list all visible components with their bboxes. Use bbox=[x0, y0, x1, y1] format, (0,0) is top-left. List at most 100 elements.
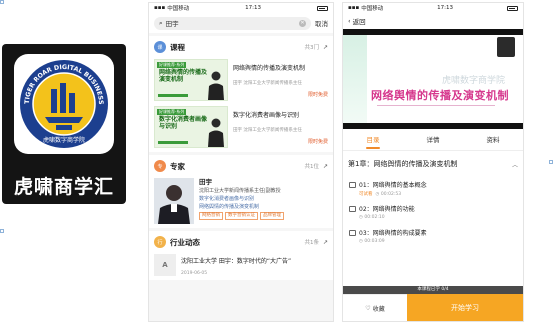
course-subtitle: 田宇 沈阳工业大学新闻传播系主任 bbox=[233, 81, 302, 86]
lesson-title: 02：网络舆情的功能 bbox=[359, 206, 415, 213]
app-logo: TIGER ROAR DIGITAL BUSINESS SCHOOL 虎啸数字商… bbox=[14, 54, 114, 154]
experts-title: 专家 bbox=[170, 161, 185, 171]
tab-catalog[interactable]: 目录 bbox=[343, 129, 403, 151]
status-bar: ▪▪▪ 中国移动 17:13 bbox=[343, 3, 523, 13]
presenter-icon bbox=[208, 71, 224, 100]
expert-course-link[interactable]: 网络舆情的传播及演变机制 bbox=[199, 203, 328, 211]
lesson-item[interactable]: 02：网络舆情的功能 ◷ 00:02:10 bbox=[343, 201, 523, 225]
expand-arrow-icon[interactable]: ↗ bbox=[323, 44, 328, 51]
course-title: 网络舆情的传播及演变机制 bbox=[233, 65, 306, 72]
battery-icon bbox=[317, 5, 328, 11]
back-button[interactable]: 返回 bbox=[353, 16, 366, 26]
expand-arrow-icon[interactable]: ↗ bbox=[323, 239, 328, 246]
clock: 17:13 bbox=[437, 5, 454, 11]
cancel-button[interactable]: 取消 bbox=[315, 18, 328, 28]
experts-icon: 专 bbox=[154, 160, 166, 172]
search-bar: ⌕ 田宇 ✕ 取消 bbox=[149, 13, 333, 33]
video-title: 网络舆情的传播及演变机制 bbox=[371, 89, 509, 102]
course-price: 限时免费 bbox=[307, 92, 328, 98]
svg-text:虎啸数字商学院: 虎啸数字商学院 bbox=[43, 136, 85, 144]
thumb-bar bbox=[158, 94, 188, 97]
experts-count[interactable]: 共1位 bbox=[304, 162, 319, 170]
screenshot-canvas: TIGER ROAR DIGITAL BUSINESS SCHOOL 虎啸数字商… bbox=[0, 0, 554, 324]
video-lesson-icon bbox=[349, 206, 356, 212]
lesson-item[interactable]: 01：网络舆情的基本概念 可试看 ◷ 00:02:53 bbox=[343, 177, 523, 201]
video-watermark: 虎啸数字商学院 bbox=[441, 76, 505, 86]
courses-title: 课程 bbox=[170, 42, 185, 52]
tab-materials[interactable]: 资料 bbox=[463, 129, 523, 151]
expert-avatar bbox=[154, 178, 194, 224]
clock-icon: ◷ bbox=[359, 215, 363, 220]
chapter-header[interactable]: 第1章：网络舆情的传播及演变机制 ︿ bbox=[343, 151, 523, 177]
expand-arrow-icon[interactable]: ↗ bbox=[323, 163, 328, 170]
frame-corner bbox=[0, 0, 4, 4]
search-input[interactable]: ⌕ 田宇 ✕ bbox=[154, 16, 311, 30]
news-count[interactable]: 共1条 bbox=[304, 238, 319, 246]
signal-icon: ▪▪▪ bbox=[154, 5, 166, 11]
chevron-up-icon[interactable]: ︿ bbox=[512, 160, 518, 169]
news-icon: 行 bbox=[154, 236, 166, 248]
thumb-tag: 好课推荐·系列 bbox=[157, 109, 187, 115]
lesson-title: 03：网络舆情的构成要素 bbox=[359, 230, 427, 237]
course-card[interactable]: 好课推荐·系列 网络舆情的传播及演变机制 网络舆情的传播及演变机制 田宇 沈阳工… bbox=[154, 59, 328, 101]
video-decoration bbox=[343, 35, 367, 123]
search-icon: ⌕ bbox=[159, 18, 163, 27]
clock-icon: ◷ bbox=[375, 192, 380, 197]
app-icon-tile[interactable]: TIGER ROAR DIGITAL BUSINESS SCHOOL 虎啸数字商… bbox=[2, 44, 126, 204]
news-item[interactable]: A 沈阳工业大学 田宇：数字时代的“大广告” 2019-06-05 bbox=[154, 254, 328, 276]
carrier-label: 中国移动 bbox=[361, 6, 384, 12]
clear-search-icon[interactable]: ✕ bbox=[299, 19, 306, 27]
school-seal-logo: TIGER ROAR DIGITAL BUSINESS SCHOOL 虎啸数字商… bbox=[19, 59, 108, 148]
favorite-button[interactable]: ♡ 收藏 bbox=[343, 294, 407, 321]
app-name-label: 虎啸商学汇 bbox=[13, 176, 114, 198]
expert-tag: 网络营销 bbox=[199, 212, 223, 220]
signal-icon: ▪▪▪ bbox=[348, 5, 360, 11]
news-date: 2019-06-05 bbox=[181, 271, 208, 276]
course-detail-screen: ▪▪▪ 中国移动 17:13 ‹ 返回 虎啸数字商学院 网络舆情的传播及演变机制 … bbox=[342, 2, 524, 322]
expert-course-link[interactable]: 数字化消费者画像与识别 bbox=[199, 195, 328, 203]
thumb-tag: 好课推荐·系列 bbox=[157, 62, 187, 68]
tab-bar: 目录 详情 资料 bbox=[343, 129, 523, 151]
frame-corner bbox=[549, 160, 553, 164]
video-player[interactable]: 虎啸数字商学院 网络舆情的传播及演变机制 bbox=[343, 29, 523, 129]
courses-section: 课 课程 共3门 ↗ 好课推荐·系列 网络舆情的传播及演变机制 网络舆情的传播及… bbox=[149, 36, 333, 152]
course-thumbnail: 好课推荐·系列 网络舆情的传播及演变机制 bbox=[154, 59, 228, 101]
expert-card[interactable]: 田宇 沈阳工业大学新闻传播系主任|副教授 数字化消费者画像与识别 网络舆情的传播… bbox=[154, 178, 328, 224]
tab-details[interactable]: 详情 bbox=[403, 129, 463, 151]
clock: 17:13 bbox=[245, 5, 262, 11]
lesson-duration: 00:02:53 bbox=[380, 192, 402, 197]
chapter-title: 第1章：网络舆情的传播及演变机制 bbox=[348, 160, 458, 168]
carrier-label: 中国移动 bbox=[167, 6, 190, 12]
lesson-item[interactable]: 03：网络舆情的构成要素 ◷ 00:03:09 bbox=[343, 225, 523, 249]
courses-icon: 课 bbox=[154, 41, 166, 53]
video-lesson-icon bbox=[349, 182, 356, 188]
expert-name: 田宇 bbox=[199, 178, 212, 186]
status-bar: ▪▪▪ 中国移动 17:13 bbox=[149, 3, 333, 13]
news-headline: 沈阳工业大学 田宇：数字时代的“大广告” bbox=[181, 258, 292, 265]
heart-icon: ♡ bbox=[365, 304, 371, 312]
nav-bar: ‹ 返回 bbox=[343, 13, 523, 29]
bottom-action-bar: ♡ 收藏 开始学习 bbox=[343, 294, 523, 321]
favorite-label: 收藏 bbox=[372, 305, 385, 313]
course-card[interactable]: 好课推荐·系列 数字化消费者画像与识别 数字化消费者画像与识别 田宇 沈阳工业大… bbox=[154, 106, 328, 148]
battery-icon bbox=[507, 5, 518, 11]
expert-description: 沈阳工业大学新闻传播系主任|副教授 bbox=[199, 188, 281, 194]
presenter-icon bbox=[208, 118, 224, 147]
thumb-bar bbox=[158, 141, 188, 144]
back-chevron-icon[interactable]: ‹ bbox=[348, 17, 351, 25]
start-learning-button[interactable]: 开始学习 bbox=[407, 294, 523, 321]
course-title: 数字化消费者画像与识别 bbox=[233, 112, 300, 119]
news-source-logo: A bbox=[154, 254, 176, 276]
thumb-title: 数字化消费者画像与识别 bbox=[159, 116, 208, 130]
news-section: 行 行业动态 共1条 ↗ A 沈阳工业大学 田宇：数字时代的“大广告” 2019… bbox=[149, 231, 333, 280]
courses-count[interactable]: 共3门 bbox=[304, 43, 319, 51]
search-results-screen: ▪▪▪ 中国移动 17:13 ⌕ 田宇 ✕ 取消 课 课程 共3门 ↗ 好课推荐·… bbox=[148, 2, 334, 322]
lesson-trial-tag: 可试看 bbox=[359, 192, 373, 197]
presenter-thumbnail bbox=[497, 37, 515, 57]
search-query: 田宇 bbox=[165, 20, 179, 28]
course-thumbnail: 好课推荐·系列 数字化消费者画像与识别 bbox=[154, 106, 228, 148]
thumb-title: 网络舆情的传播及演变机制 bbox=[159, 69, 208, 83]
expert-tag: 数字营销认证 bbox=[225, 212, 258, 220]
lesson-duration: 00:02:10 bbox=[364, 215, 385, 220]
video-lesson-icon bbox=[349, 230, 356, 236]
